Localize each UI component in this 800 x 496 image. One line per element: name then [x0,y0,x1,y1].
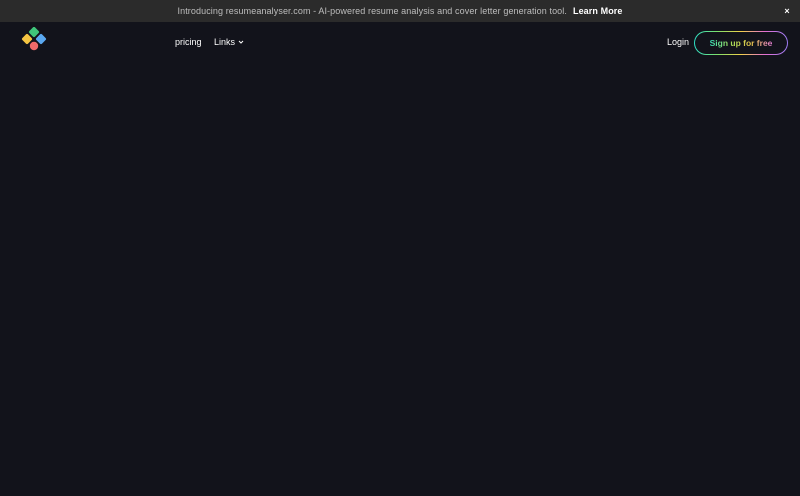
signup-button-label: Sign up for free [709,38,773,48]
announcement-text: Introducing resumeanalyser.com - AI-powe… [177,6,567,16]
learn-more-link[interactable]: Learn More [573,6,623,16]
chevron-down-icon [238,40,244,44]
nav-item-links-label: Links [214,37,236,47]
top-navbar: pricing Links Login Sign up for free [0,22,800,66]
login-link[interactable]: Login [667,37,689,47]
nav-item-links[interactable]: Links [214,37,244,47]
logo-icon[interactable] [21,27,47,53]
announcement-bar: Introducing resumeanalyser.com - AI-powe… [0,0,800,22]
close-icon[interactable]: × [783,6,791,16]
signup-button[interactable]: Sign up for free [694,31,788,55]
signup-button-inner: Sign up for free [695,32,787,54]
nav-item-pricing[interactable]: pricing [175,37,202,47]
